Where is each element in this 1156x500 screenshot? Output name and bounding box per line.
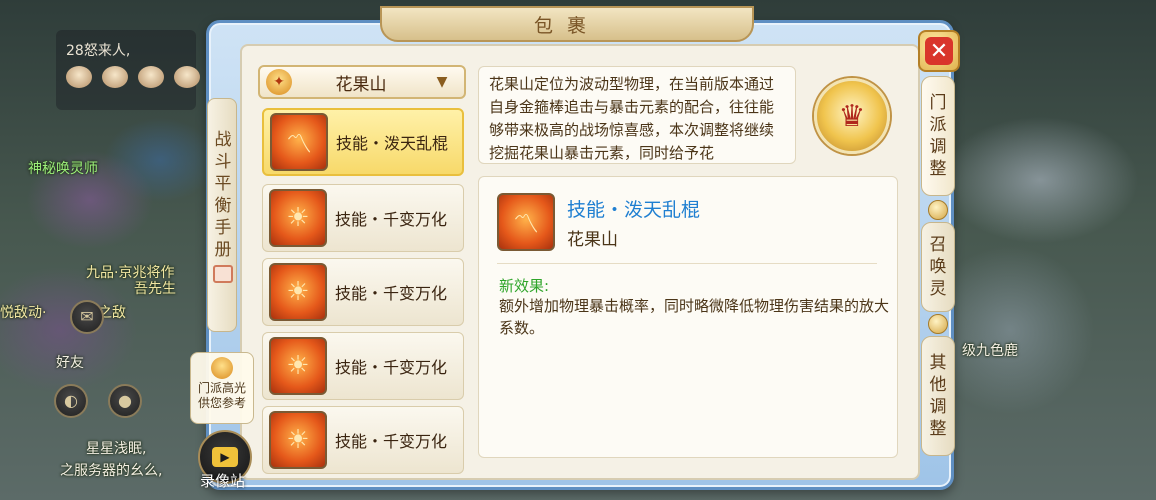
effect-title: 新效果: bbox=[499, 277, 550, 295]
sect-highlight-button[interactable]: 门派高光 供您参考 bbox=[190, 352, 254, 424]
npc-name-label: 级九色鹿 bbox=[962, 343, 1018, 359]
flame-figure-icon: ☀ bbox=[269, 263, 327, 321]
flame-figure-icon: ☀ bbox=[269, 411, 327, 469]
npc-name-label: 悦敌动· bbox=[0, 305, 47, 321]
emoji-icon bbox=[138, 66, 164, 88]
sect-description[interactable]: 花果山定位为波动型物理，在当前版本通过自身金箍棒追击与暴击元素的配合，往往能够带… bbox=[478, 66, 796, 164]
chat-title: 28怒来人, bbox=[66, 43, 131, 59]
sect-emblem-icon: ✦ bbox=[266, 69, 292, 95]
emoji-icon bbox=[66, 66, 92, 88]
chat-line: 星星浅眠, bbox=[86, 441, 147, 457]
skill-detail-sect: 花果山 bbox=[567, 230, 618, 250]
staff-swirl-icon: 〽 bbox=[497, 193, 555, 251]
decorative-knot-icon bbox=[928, 200, 948, 220]
tab-sect-adjustment[interactable]: 门派调整 bbox=[921, 76, 955, 196]
microphone-icon[interactable]: ● bbox=[108, 384, 142, 418]
skill-list[interactable]: 〽 技能・泼天乱棍 ☀ 技能・千变万化 ☀ 技能・千变万化 ☀ 技能・千变万化 … bbox=[262, 106, 466, 480]
close-button[interactable]: ✕ bbox=[918, 30, 960, 72]
skill-label: 技能・泼天乱棍 bbox=[336, 134, 449, 153]
skill-detail-panel: 〽 技能・泼天乱棍 花果山 新效果: 额外增加物理暴击概率，同时略微降低物理伤害… bbox=[478, 176, 898, 458]
flame-figure-icon: ☀ bbox=[269, 189, 327, 247]
video-camera-icon: ▶ bbox=[212, 447, 238, 467]
flame-figure-icon: ☀ bbox=[269, 337, 327, 395]
skill-label: 技能・千变万化 bbox=[335, 210, 448, 229]
skill-label: 技能・千变万化 bbox=[335, 358, 448, 377]
decorative-knot-icon bbox=[928, 314, 948, 334]
mail-icon[interactable]: ✉ bbox=[70, 300, 104, 334]
skill-list-item[interactable]: ☀ 技能・千变万化 bbox=[262, 332, 464, 400]
skill-label: 技能・千变万化 bbox=[335, 284, 448, 303]
book-icon bbox=[213, 265, 233, 283]
sect-description-text: 花果山定位为波动型物理，在当前版本通过自身金箍棒追击与暴击元素的配合，往往能够带… bbox=[489, 75, 775, 162]
skill-list-item[interactable]: ☀ 技能・千变万化 bbox=[262, 406, 464, 474]
divider bbox=[497, 263, 877, 264]
tab-other-adjustments[interactable]: 其他调整 bbox=[921, 336, 955, 456]
dialog-title-bar: 包裹 bbox=[380, 6, 754, 42]
record-station-label: 录像站 bbox=[200, 472, 246, 490]
chat-line: 之服务器的幺么, bbox=[60, 463, 163, 479]
skill-list-item[interactable]: ☀ 技能・千变万化 bbox=[262, 258, 464, 326]
emoji-icon bbox=[102, 66, 128, 88]
effect-description: 额外增加物理暴击概率，同时略微降低物理伤害结果的放大系数。 bbox=[499, 297, 890, 337]
tab-label: 其他调整 bbox=[929, 353, 947, 439]
npc-name-label: 吾先生 bbox=[134, 281, 176, 297]
voice-icon[interactable]: ◐ bbox=[54, 384, 88, 418]
close-icon: ✕ bbox=[925, 37, 953, 65]
sect-emblem-icon bbox=[211, 357, 233, 379]
npc-name-label: 神秘唤灵师 bbox=[28, 161, 98, 177]
highlight-text: 门派高光 供您参考 bbox=[197, 381, 246, 410]
staff-swirl-icon: 〽 bbox=[270, 113, 328, 171]
tab-summon-spirit[interactable]: 召唤灵 bbox=[921, 222, 955, 312]
emoji-icon bbox=[174, 66, 200, 88]
sect-emblem-icon: ♛ bbox=[814, 78, 890, 154]
chevron-down-icon: ▼ bbox=[436, 74, 448, 90]
sect-dropdown[interactable]: ✦ 花果山 ▼ bbox=[258, 65, 466, 99]
skill-detail-name: 技能・泼天乱棍 bbox=[567, 199, 701, 221]
sect-dropdown-value: 花果山 bbox=[335, 74, 387, 95]
skill-label: 技能・千变万化 bbox=[335, 432, 448, 451]
tab-label: 战斗平衡手册 bbox=[214, 130, 232, 260]
skill-list-item[interactable]: 〽 技能・泼天乱棍 bbox=[262, 108, 464, 176]
tab-label: 召唤灵 bbox=[929, 235, 947, 299]
skill-list-item[interactable]: ☀ 技能・千变万化 bbox=[262, 184, 464, 252]
chat-emoji-row bbox=[66, 66, 200, 88]
tab-label: 门派调整 bbox=[929, 93, 947, 179]
friends-label: 好友 bbox=[56, 355, 84, 371]
dialog-title: 包裹 bbox=[533, 14, 600, 37]
tab-battle-balance-manual[interactable]: 战斗平衡手册 bbox=[207, 98, 237, 332]
